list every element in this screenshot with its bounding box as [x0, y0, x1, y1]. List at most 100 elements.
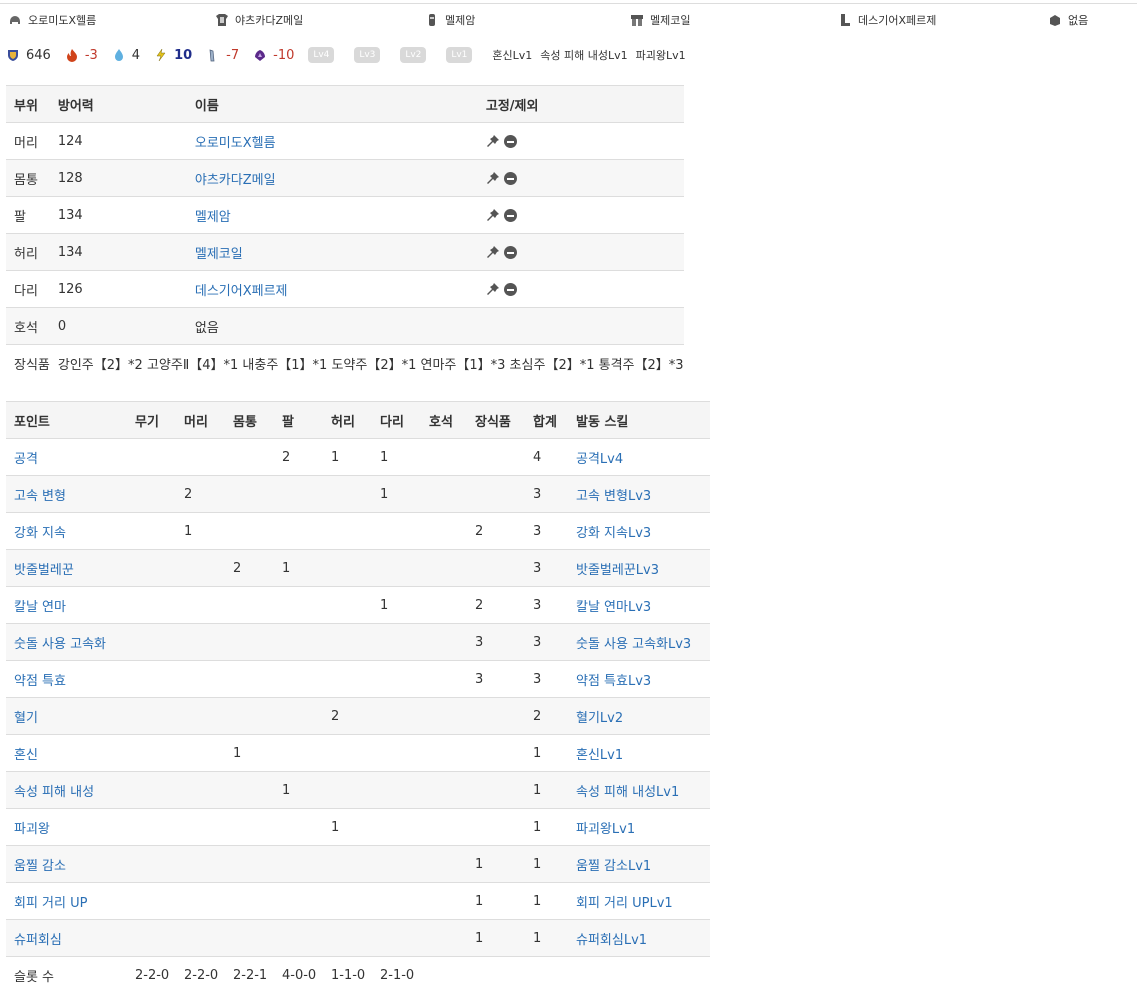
equip-arm[interactable]: 멜제암	[425, 12, 475, 28]
water-res-value: 4	[132, 48, 140, 63]
exclude-icon[interactable]	[504, 172, 517, 185]
points-row: 속성 피해 내성11속성 피해 내성Lv1	[6, 772, 710, 809]
points-charm	[421, 883, 467, 920]
equip-arm-name: 멜제암	[445, 12, 475, 28]
skill-name-link[interactable]: 움찔 감소	[14, 859, 66, 874]
equip-waist[interactable]: 멜제코일	[630, 12, 690, 28]
exclude-icon[interactable]	[504, 283, 517, 296]
points-charm	[421, 513, 467, 550]
armor-defense: 0	[50, 308, 187, 345]
points-head	[176, 920, 225, 957]
slot-badge-lv1: Lv1	[446, 47, 472, 63]
points-body: 2	[225, 550, 274, 587]
skill-name-link[interactable]: 파괴왕	[14, 822, 50, 837]
active-skill-link[interactable]: 움찔 감소Lv1	[576, 859, 651, 874]
slots-label: 슬롯 수	[6, 957, 127, 993]
points-arm	[274, 476, 323, 513]
points-row: 칼날 연마123칼날 연마Lv3	[6, 587, 710, 624]
points-row: 밧줄벌레꾼213밧줄벌레꾼Lv3	[6, 550, 710, 587]
skill-name-link[interactable]: 회피 거리 UP	[14, 896, 87, 911]
points-body	[225, 661, 274, 698]
active-skill-link[interactable]: 약점 특효Lv3	[576, 674, 651, 689]
points-body	[225, 920, 274, 957]
points-weapon	[127, 809, 176, 846]
points-weapon	[127, 698, 176, 735]
points-row: 회피 거리 UP11회피 거리 UPLv1	[6, 883, 710, 920]
pin-icon[interactable]	[486, 282, 500, 296]
skill-name-link[interactable]: 공격	[14, 452, 38, 467]
armor-name-link[interactable]: 멜제암	[195, 210, 231, 225]
points-body	[225, 513, 274, 550]
active-skill-link[interactable]: 회피 거리 UPLv1	[576, 896, 673, 911]
skill-name-link[interactable]: 밧줄벌레꾼	[14, 563, 74, 578]
points-row: 슈퍼회심11슈퍼회심Lv1	[6, 920, 710, 957]
arm-armor-icon	[425, 13, 439, 27]
slots-value: 2-2-0	[127, 957, 176, 993]
active-skill-link[interactable]: 강화 지속Lv3	[576, 526, 651, 541]
skill-name-link[interactable]: 약점 특효	[14, 674, 66, 689]
points-decoration	[467, 698, 525, 735]
equip-head[interactable]: 오로미도X헬름	[8, 12, 96, 28]
armor-name-link[interactable]: 멜제코일	[195, 247, 243, 262]
points-waist	[323, 772, 372, 809]
points-waist	[323, 587, 372, 624]
exclude-icon[interactable]	[504, 246, 517, 259]
points-row: 강화 지속123강화 지속Lv3	[6, 513, 710, 550]
points-leg	[372, 624, 421, 661]
pin-icon[interactable]	[486, 245, 500, 259]
active-skill-link[interactable]: 슈퍼회심Lv1	[576, 933, 647, 948]
points-leg	[372, 698, 421, 735]
pin-icon[interactable]	[486, 134, 500, 148]
equip-legs[interactable]: 데스기어X페르제	[838, 12, 936, 28]
skill-name-link[interactable]: 강화 지속	[14, 526, 66, 541]
active-skill-link[interactable]: 공격Lv4	[576, 452, 623, 467]
points-col-5: 허리	[323, 402, 372, 439]
armor-defense: 128	[50, 160, 187, 197]
points-head	[176, 624, 225, 661]
points-waist: 1	[323, 439, 372, 476]
points-leg	[372, 883, 421, 920]
points-col-4: 팔	[274, 402, 323, 439]
armor-name-link[interactable]: 야츠카다Z메일	[195, 173, 276, 188]
skill-name-link[interactable]: 혼신	[14, 748, 38, 763]
equip-body[interactable]: 야츠카다Z메일	[215, 12, 303, 28]
active-skill-link[interactable]: 칼날 연마Lv3	[576, 600, 651, 615]
active-skill-link[interactable]: 파괴왕Lv1	[576, 822, 635, 837]
waist-armor-icon	[630, 13, 644, 27]
active-skill-link[interactable]: 고속 변형Lv3	[576, 489, 651, 504]
active-skill-link[interactable]: 속성 피해 내성Lv1	[576, 785, 679, 800]
skill-name-link[interactable]: 혈기	[14, 711, 38, 726]
skill-name-link[interactable]: 숫돌 사용 고속화	[14, 637, 106, 652]
armor-defense: 126	[50, 271, 187, 308]
points-arm	[274, 624, 323, 661]
active-skill-link[interactable]: 혈기Lv2	[576, 711, 623, 726]
points-total: 2	[525, 698, 568, 735]
points-charm	[421, 661, 467, 698]
armor-name-link[interactable]: 데스기어X페르제	[195, 284, 288, 299]
skill-name-link[interactable]: 속성 피해 내성	[14, 785, 94, 800]
points-head	[176, 698, 225, 735]
points-waist: 1	[323, 809, 372, 846]
active-skill-link[interactable]: 밧줄벌레꾼Lv3	[576, 563, 659, 578]
pin-icon[interactable]	[486, 208, 500, 222]
points-arm	[274, 883, 323, 920]
points-charm	[421, 439, 467, 476]
dragon-icon	[253, 48, 267, 62]
exclude-icon[interactable]	[504, 135, 517, 148]
equip-charm[interactable]: 없음	[1048, 12, 1088, 28]
exclude-icon[interactable]	[504, 209, 517, 222]
pin-icon[interactable]	[486, 171, 500, 185]
active-skill-link[interactable]: 숫돌 사용 고속화Lv3	[576, 637, 691, 652]
points-row: 공격2114공격Lv4	[6, 439, 710, 476]
armor-name-link[interactable]: 오로미도X헬름	[195, 136, 276, 151]
points-decoration: 1	[467, 920, 525, 957]
points-body	[225, 476, 274, 513]
skill-name-link[interactable]: 고속 변형	[14, 489, 66, 504]
armor-row: 허리 134 멜제코일	[6, 234, 684, 271]
points-waist	[323, 661, 372, 698]
col-defense: 방어력	[50, 86, 187, 123]
active-skill-link[interactable]: 혼신Lv1	[576, 748, 623, 763]
skill-name-link[interactable]: 칼날 연마	[14, 600, 66, 615]
skill-name-link[interactable]: 슈퍼회심	[14, 933, 62, 948]
armor-table: 부위 방어력 이름 고정/제외 머리 124 오로미도X헬름 몸통 128 야츠…	[6, 85, 684, 381]
